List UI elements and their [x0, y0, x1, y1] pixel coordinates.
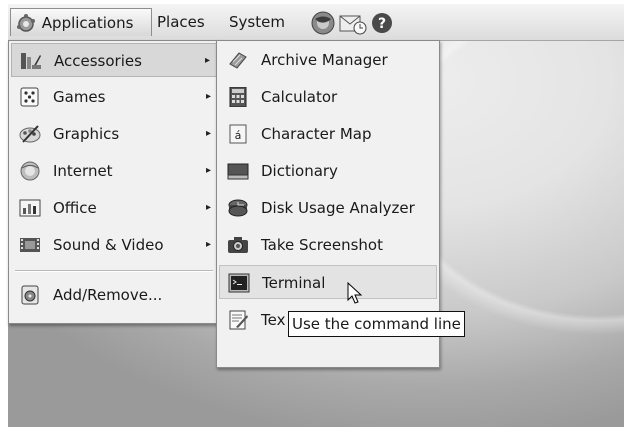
menu-item-label: Internet — [53, 162, 113, 180]
submenu-arrow-icon: ▸ — [204, 55, 210, 66]
menu-item-take-screenshot[interactable]: Take Screenshot — [219, 228, 437, 262]
graphics-icon — [19, 125, 41, 143]
menu-item-label: Sound & Video — [53, 236, 164, 254]
menu-item-dictionary[interactable]: Dictionary — [219, 154, 437, 188]
gnome-foot-icon — [17, 13, 35, 32]
menu-item-label: Archive Manager — [261, 51, 388, 69]
internet-icon — [20, 161, 40, 181]
system-label: System — [229, 13, 285, 31]
menu-item-label: Terminal — [262, 274, 326, 292]
web-browser-launcher-icon[interactable] — [310, 10, 336, 36]
submenu-arrow-icon: ▸ — [205, 239, 211, 250]
menu-item-internet[interactable]: Internet ▸ — [11, 154, 217, 188]
add-remove-icon — [21, 285, 39, 305]
menu-item-label: Dictionary — [261, 162, 338, 180]
applications-label: Applications — [41, 14, 134, 32]
svg-text:?: ? — [378, 16, 386, 32]
camera-icon — [228, 237, 248, 253]
menu-item-office[interactable]: Office ▸ — [11, 191, 217, 225]
menu-item-terminal[interactable]: Terminal — [219, 265, 437, 299]
menu-item-graphics[interactable]: Graphics ▸ — [11, 117, 217, 151]
menu-item-character-map[interactable]: á Character Map — [219, 117, 437, 151]
sound-video-icon — [20, 238, 40, 252]
submenu-arrow-icon: ▸ — [205, 165, 211, 176]
system-menu-button[interactable]: System — [225, 8, 289, 36]
menu-item-label: Take Screenshot — [261, 236, 383, 254]
submenu-arrow-icon: ▸ — [205, 128, 211, 139]
mouse-pointer-icon — [347, 282, 363, 304]
text-editor-icon — [229, 310, 248, 330]
menu-item-label: Accessories — [54, 52, 142, 70]
menu-item-label: Tex — [261, 311, 286, 329]
terminal-icon — [228, 273, 250, 293]
menu-item-archive-manager[interactable]: Archive Manager — [219, 43, 437, 77]
applications-menu: Accessories ▸ Games ▸ Graphics ▸ Interne… — [8, 40, 220, 324]
menu-item-calculator[interactable]: Calculator — [219, 80, 437, 114]
terminal-tooltip: Use the command line — [288, 311, 465, 337]
menu-item-label: Graphics — [53, 125, 120, 143]
games-icon — [20, 87, 39, 107]
submenu-arrow-icon: ▸ — [205, 91, 211, 102]
menu-item-label: Add/Remove... — [53, 286, 163, 304]
menu-item-accessories[interactable]: Accessories ▸ — [11, 43, 217, 77]
menu-item-label: Office — [53, 199, 97, 217]
places-label: Places — [157, 13, 205, 31]
menu-item-disk-usage-analyzer[interactable]: Disk Usage Analyzer — [219, 191, 437, 225]
email-launcher-icon[interactable] — [338, 10, 368, 36]
applications-menu-button[interactable]: Applications — [10, 8, 152, 36]
menu-item-games[interactable]: Games ▸ — [11, 80, 217, 114]
calculator-icon — [229, 87, 247, 107]
archive-manager-icon — [229, 52, 247, 69]
top-panel: Applications Places System ? — [8, 4, 624, 41]
menu-item-add-remove[interactable]: Add/Remove... — [11, 278, 217, 312]
menu-item-label: Calculator — [261, 88, 338, 106]
menu-separator — [15, 270, 213, 272]
submenu-arrow-icon: ▸ — [205, 202, 211, 213]
dictionary-icon — [227, 163, 249, 180]
screen: Applications Places System ? Accessories… — [0, 0, 625, 433]
places-menu-button[interactable]: Places — [153, 8, 209, 36]
accessories-icon — [21, 53, 41, 69]
character-map-icon: á — [229, 124, 247, 144]
menu-item-label: Character Map — [261, 125, 372, 143]
menu-item-label: Games — [53, 88, 106, 106]
menu-item-sound-video[interactable]: Sound & Video ▸ — [11, 228, 217, 262]
office-icon — [19, 199, 41, 217]
menu-item-label: Disk Usage Analyzer — [261, 199, 415, 217]
help-launcher-icon[interactable]: ? — [370, 11, 394, 35]
character-glyph: á — [235, 129, 242, 142]
disk-usage-icon — [228, 199, 248, 217]
